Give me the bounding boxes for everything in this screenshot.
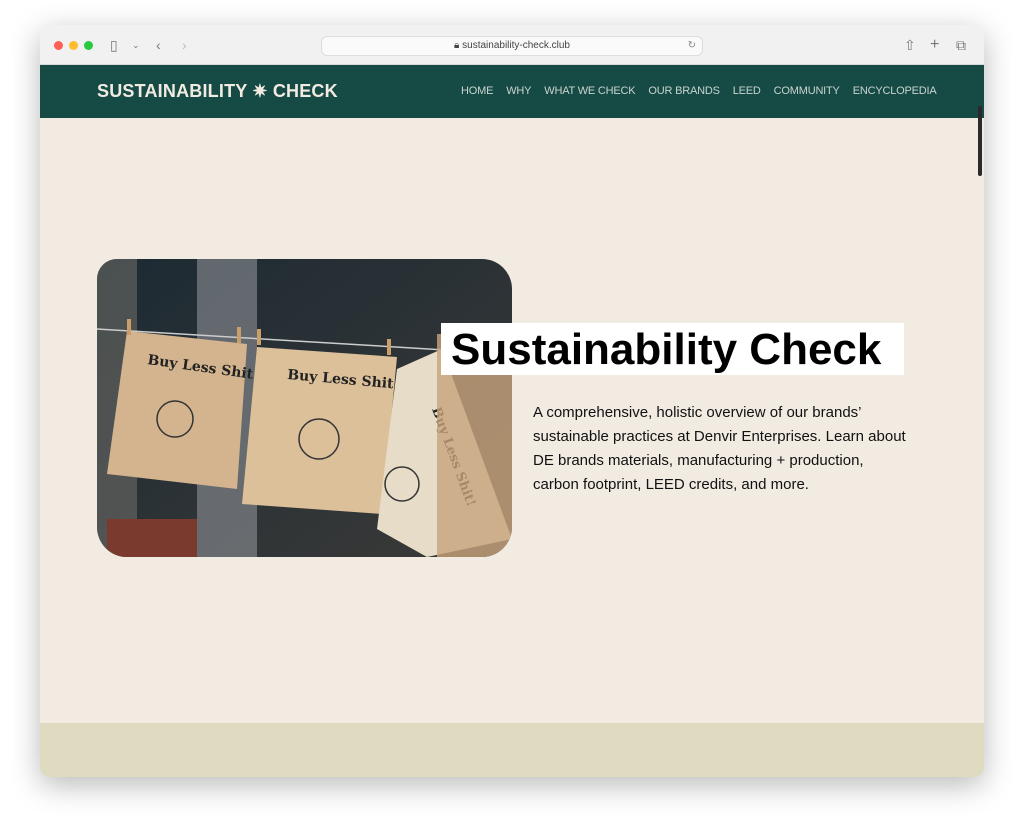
site-header: SUSTAINABILITY ✷ CHECK HOME WHY WHAT WE … [40,65,984,176]
site-logo[interactable]: SUSTAINABILITY ✷ CHECK [97,81,338,102]
main-menu: HOME WHY WHAT WE CHECK OUR BRANDS LEED C… [461,85,937,97]
scrollbar-thumb[interactable] [978,106,982,176]
nav-community[interactable]: COMMUNITY [774,85,840,97]
next-section-band [40,723,984,777]
browser-window: ▯ ⌄ ‹ › 🔒︎ sustainability-check.club ↻ ⇧ … [40,25,984,777]
tabs-overview-icon[interactable]: ⧉ [956,35,966,55]
tote-bag-1: Buy Less Shit! [107,331,260,489]
reload-icon[interactable]: ↻ [688,37,696,55]
sidebar-icon[interactable]: ▯ [110,35,118,55]
hero-title-box: Sustainability Check [441,323,904,375]
nav-encyclopedia[interactable]: ENCYCLOPEDIA [853,85,937,97]
url-text: sustainability-check.club [462,40,570,51]
new-tab-icon[interactable]: + [930,35,939,55]
nav-leed[interactable]: LEED [733,85,761,97]
hero-description: A comprehensive, holistic overview of ou… [533,404,906,493]
nav-home[interactable]: HOME [461,85,493,97]
nav-our-brands[interactable]: OUR BRANDS [648,85,720,97]
chevron-down-icon[interactable]: ⌄ [132,35,140,55]
hero-title: Sustainability Check [451,325,882,374]
address-bar[interactable]: 🔒︎ sustainability-check.club ↻ [321,36,703,56]
back-icon[interactable]: ‹ [156,35,161,55]
hero-photo: Buy Less Shit! Buy Less Shit! Buy Less S… [97,259,512,557]
nav-why[interactable]: WHY [506,85,531,97]
maximize-window-button[interactable] [84,41,93,50]
tote-bag-2: Buy Less Shit! [242,347,400,514]
nav-what-we-check[interactable]: WHAT WE CHECK [544,85,635,97]
close-window-button[interactable] [54,41,63,50]
minimize-window-button[interactable] [69,41,78,50]
lock-icon: 🔒︎ [454,40,463,51]
browser-toolbar: ▯ ⌄ ‹ › 🔒︎ sustainability-check.club ↻ ⇧ … [40,25,984,65]
forward-icon[interactable]: › [182,35,187,55]
share-icon[interactable]: ⇧ [904,35,916,55]
